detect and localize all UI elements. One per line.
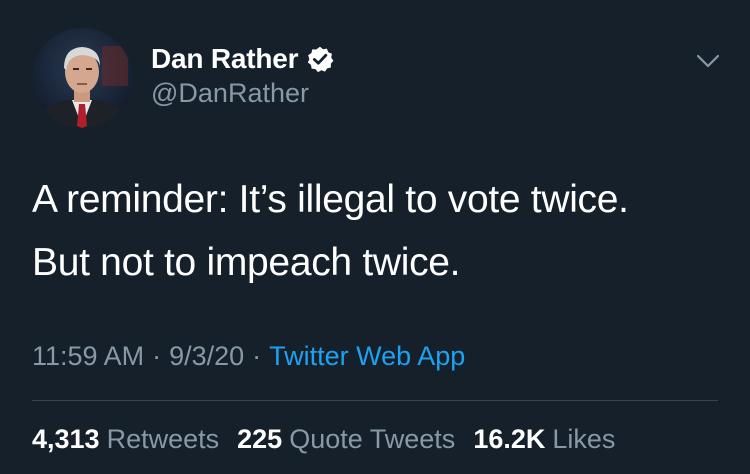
tweet-meta: 11:59 AM · 9/3/20 · Twitter Web App bbox=[32, 341, 465, 372]
author-handle[interactable]: @DanRather bbox=[151, 78, 309, 109]
verified-badge-icon bbox=[306, 45, 334, 73]
tweet-stats: 4,313 Retweets 225 Quote Tweets 16.2K Li… bbox=[32, 424, 633, 455]
author-name-row[interactable]: Dan Rather bbox=[151, 41, 334, 77]
quote-tweets-stat[interactable]: 225 Quote Tweets bbox=[237, 424, 455, 455]
chevron-down-icon[interactable] bbox=[693, 46, 723, 76]
likes-count: 16.2K bbox=[473, 424, 546, 454]
tweet-source-link[interactable]: Twitter Web App bbox=[269, 341, 465, 372]
meta-separator: · bbox=[152, 341, 162, 371]
tweet-card: Dan Rather @DanRather A reminder: It’s i… bbox=[0, 0, 750, 474]
likes-label: Likes bbox=[552, 424, 616, 454]
quote-tweets-count: 225 bbox=[237, 424, 283, 454]
retweets-count: 4,313 bbox=[32, 424, 100, 454]
meta-separator: · bbox=[252, 341, 262, 371]
likes-stat[interactable]: 16.2K Likes bbox=[473, 424, 615, 455]
retweets-stat[interactable]: 4,313 Retweets bbox=[32, 424, 219, 455]
retweets-label: Retweets bbox=[106, 424, 220, 454]
tweet-text: A reminder: It’s illegal to vote twice. … bbox=[32, 168, 722, 294]
avatar[interactable] bbox=[32, 28, 132, 128]
tweet-text-line: But not to impeach twice. bbox=[32, 241, 461, 284]
tweet-text-line: A reminder: It’s illegal to vote twice. bbox=[32, 178, 629, 221]
tweet-date[interactable]: 9/3/20 bbox=[169, 341, 244, 372]
divider bbox=[32, 400, 718, 401]
display-name[interactable]: Dan Rather bbox=[151, 43, 299, 75]
quote-tweets-label: Quote Tweets bbox=[289, 424, 456, 454]
avatar-photo bbox=[32, 28, 132, 128]
tweet-time[interactable]: 11:59 AM bbox=[32, 341, 144, 372]
